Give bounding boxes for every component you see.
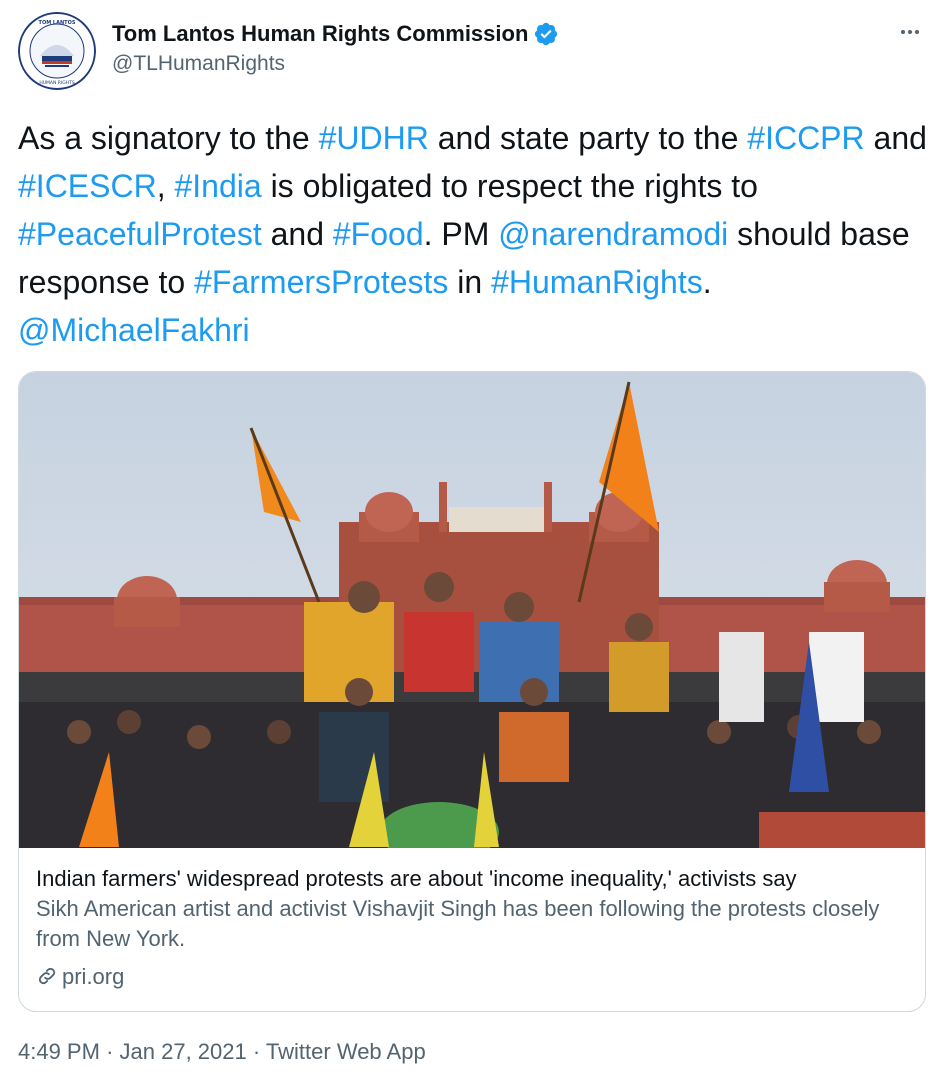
tweet-text-fragment: . PM — [423, 216, 499, 252]
mention-link[interactable]: @narendramodi — [498, 216, 728, 252]
tweet-text-fragment: As a signatory to the — [18, 120, 319, 156]
card-title: Indian farmers' widespread protests are … — [36, 866, 797, 891]
tweet-meta: 4:49 PM · Jan 27, 2021 · Twitter Web App — [18, 1037, 426, 1067]
tweet-date[interactable]: Jan 27, 2021 — [120, 1039, 247, 1064]
tweet-header: TOM LANTOS HUMAN RIGHTS Tom Lantos Human… — [18, 12, 932, 92]
hashtag-link[interactable]: #ICCPR — [747, 120, 864, 156]
tweet-time[interactable]: 4:49 PM — [18, 1039, 100, 1064]
hashtag-link[interactable]: #PeacefulProtest — [18, 216, 262, 252]
more-options-icon[interactable] — [898, 20, 922, 44]
tweet-text-fragment: and — [261, 216, 333, 252]
tweet-text-fragment: . — [702, 264, 712, 300]
meta-separator: · — [106, 1039, 114, 1064]
mention-link[interactable]: @MichaelFakhri — [18, 312, 250, 348]
tweet-source[interactable]: Twitter Web App — [266, 1039, 426, 1064]
tweet-text-fragment: and — [864, 120, 927, 156]
account-names: Tom Lantos Human Rights Commission @TLHu… — [112, 20, 559, 78]
card-image — [19, 372, 925, 862]
link-card[interactable]: Indian farmers' widespread protests are … — [18, 371, 926, 1012]
hashtag-link[interactable]: #ICESCR — [18, 168, 157, 204]
tweet-text-fragment: and state party to the — [428, 120, 748, 156]
avatar[interactable]: TOM LANTOS HUMAN RIGHTS — [18, 12, 96, 90]
hashtag-link[interactable]: #FarmersProtests — [194, 264, 448, 300]
card-body: Indian farmers' widespread protests are … — [36, 864, 916, 992]
tweet-text: As a signatory to the #UDHR and state pa… — [18, 114, 932, 354]
verified-badge-icon — [533, 21, 559, 47]
svg-text:HUMAN RIGHTS: HUMAN RIGHTS — [39, 80, 75, 86]
hashtag-link[interactable]: #Food — [333, 216, 424, 252]
tweet-text-fragment: , — [156, 168, 175, 204]
card-domain: pri.org — [36, 962, 916, 992]
tweet-text-fragment: in — [448, 264, 492, 300]
hashtag-link[interactable]: #UDHR — [319, 120, 429, 156]
svg-text:TOM LANTOS: TOM LANTOS — [39, 20, 76, 26]
card-domain-text: pri.org — [62, 964, 125, 989]
account-handle[interactable]: @TLHumanRights — [112, 50, 559, 78]
tweet-text-fragment: is obligated to respect the rights to — [261, 168, 758, 204]
hashtag-link[interactable]: #HumanRights — [491, 264, 703, 300]
card-description: Sikh American artist and activist Vishav… — [36, 896, 880, 951]
hashtag-link[interactable]: #India — [174, 168, 261, 204]
link-icon — [38, 967, 56, 985]
display-name[interactable]: Tom Lantos Human Rights Commission — [112, 20, 528, 48]
meta-separator: · — [252, 1039, 261, 1064]
